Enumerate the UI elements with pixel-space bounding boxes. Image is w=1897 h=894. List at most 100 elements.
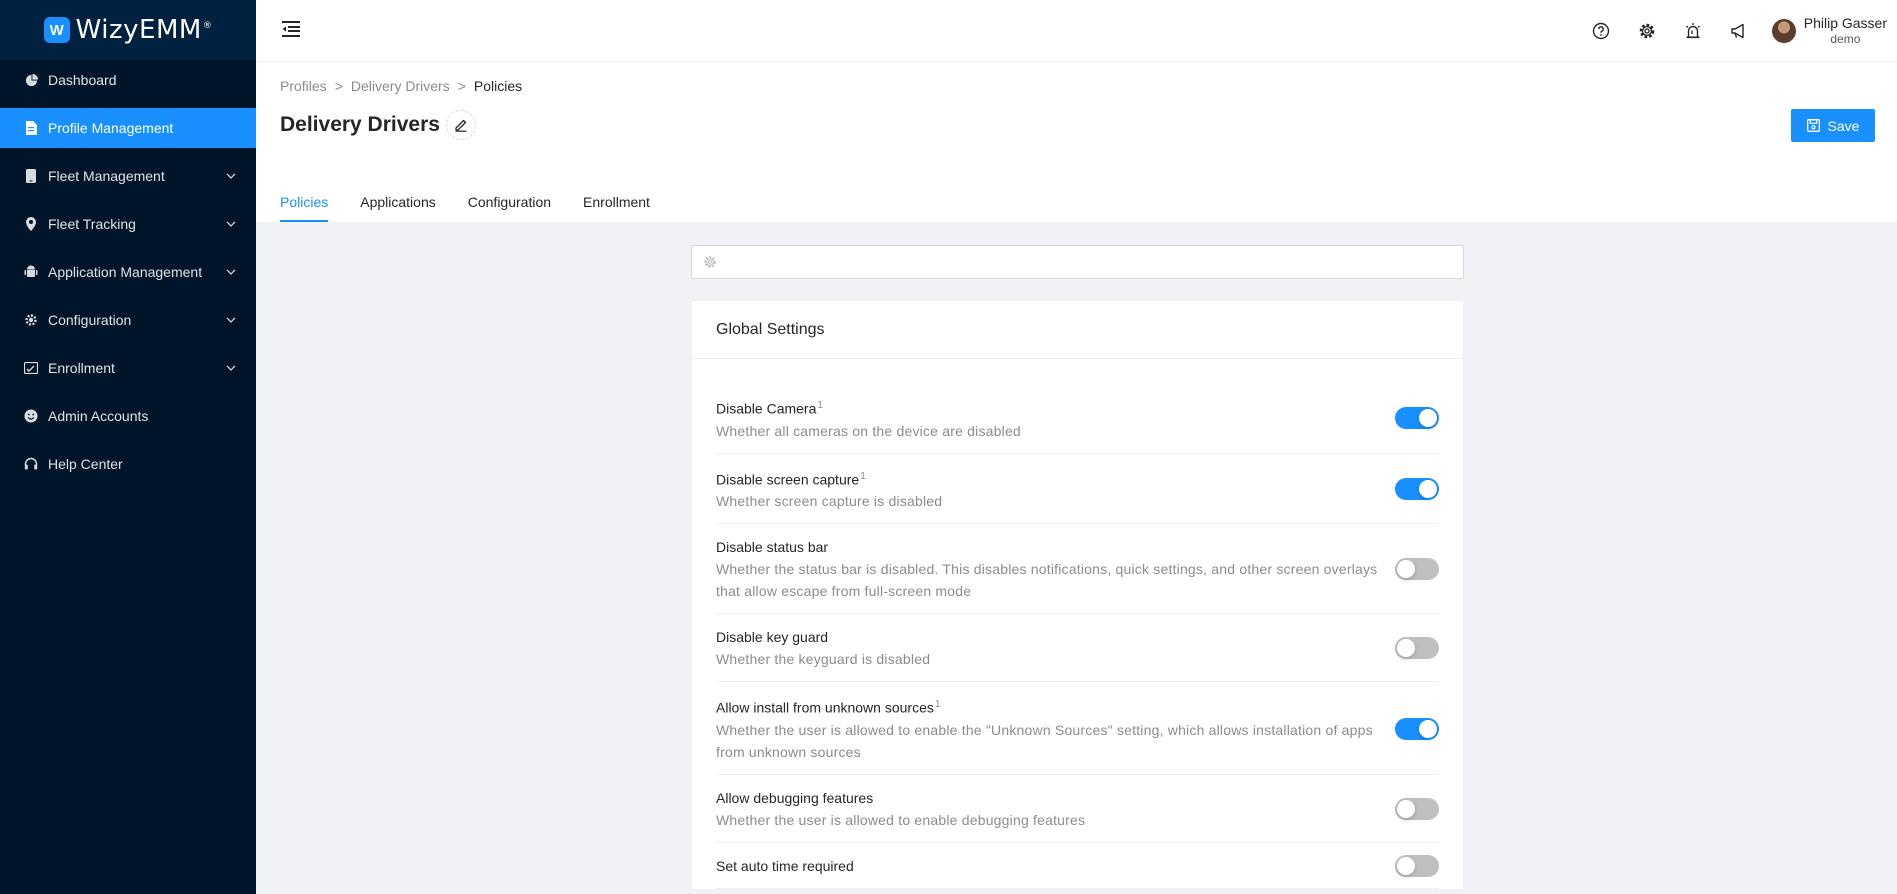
headset-icon (24, 457, 38, 471)
user-name: Philip Gasser (1803, 15, 1887, 32)
setting-title-text: Allow debugging features (716, 789, 874, 806)
title-row: Delivery Drivers (280, 110, 476, 140)
setting-text: Allow install from unknown sources1 Wheth… (716, 694, 1395, 763)
user-menu[interactable]: Philip Gasser demo (1771, 14, 1887, 48)
setting-description: Whether all cameras on the device are di… (716, 422, 1021, 439)
setting-text: Disable key guard Whether the keyguard is… (716, 626, 1395, 670)
page-header: Profiles > Delivery Drivers > Policies D… (256, 62, 1897, 222)
sidebar-item-dashboard[interactable]: Dashboard (0, 60, 256, 100)
top-header: Philip Gasser demo (256, 0, 1897, 62)
setting-text: Allow debugging features Whether the user… (716, 787, 1395, 831)
menu-fold-icon[interactable] (280, 18, 302, 40)
brand-name: WizyEMM® (75, 15, 213, 45)
sidebar-item-label: Fleet Tracking (48, 216, 136, 232)
setting-row: Disable Camera1 Whether all cameras on th… (716, 383, 1439, 454)
chevron-down-icon (226, 173, 236, 179)
setting-title: Disable key guard (716, 626, 1385, 648)
header-actions: Philip Gasser demo (1578, 0, 1897, 62)
help-icon[interactable] (1590, 20, 1612, 42)
setting-title-text: Allow install from unknown sources (716, 699, 934, 716)
setting-footnote: 1 (934, 699, 941, 711)
setting-description: Whether the status bar is disabled. This… (716, 561, 1378, 600)
user-info: Philip Gasser demo (1804, 14, 1887, 48)
tab-enrollment[interactable]: Enrollment (583, 182, 650, 222)
tab-policies[interactable]: Policies (280, 182, 329, 222)
search-input[interactable] (723, 247, 1463, 277)
setting-text: Disable Camera1 Whether all cameras on th… (716, 395, 1395, 442)
chevron-down-icon (226, 221, 236, 227)
sidebar-menu: Dashboard Profile Management Fleet Manag… (0, 60, 256, 484)
setting-row: Disable key guard Whether the keyguard is… (716, 614, 1439, 683)
sidebar-item-configuration[interactable]: Configuration (0, 300, 256, 340)
setting-description: Whether the keyguard is disabled (716, 651, 931, 668)
tab-applications[interactable]: Applications (360, 182, 436, 222)
sidebar-item-label: Help Center (48, 456, 123, 472)
chevron-down-icon (226, 269, 236, 275)
save-label: Save (1827, 117, 1860, 134)
setting-row: Disable status bar Whether the status bar… (716, 524, 1439, 615)
setting-footnote: 1 (817, 400, 823, 411)
breadcrumb-separator: > (457, 78, 466, 94)
sidebar: W WizyEMM® Dashboard Profile Management … (0, 0, 256, 894)
setting-title-text: Disable key guard (716, 629, 829, 646)
setting-toggle[interactable] (1395, 717, 1439, 740)
setting-title-text: Disable Camera (716, 400, 817, 417)
sidebar-item-application-management[interactable]: Application Management (0, 252, 256, 292)
sidebar-item-enrollment[interactable]: Enrollment (0, 348, 256, 388)
setting-toggle[interactable] (1395, 637, 1439, 660)
edit-title-button[interactable] (445, 110, 476, 140)
sidebar-item-help-center[interactable]: Help Center (0, 444, 256, 484)
card-title: Global Settings (692, 301, 1463, 359)
setting-row: Set auto time required (716, 843, 1439, 889)
setting-text: Disable screen capture1 Whether screen ca… (716, 466, 1395, 513)
mobile-icon (24, 169, 38, 183)
gear-icon (24, 313, 38, 327)
setting-toggle[interactable] (1395, 477, 1439, 500)
breadcrumb-separator: > (334, 78, 343, 94)
setting-row: Allow debugging features Whether the user… (716, 775, 1439, 843)
search-box (691, 245, 1464, 279)
tab-configuration[interactable]: Configuration (468, 182, 551, 222)
setting-footnote: 1 (860, 470, 866, 482)
sidebar-item-profile-management[interactable]: Profile Management (0, 108, 256, 148)
sidebar-item-label: Fleet Management (48, 168, 165, 184)
setting-row: Allow install from unknown sources1 Wheth… (716, 682, 1439, 775)
gear-icon[interactable] (1636, 20, 1658, 42)
sidebar-item-fleet-tracking[interactable]: Fleet Tracking (0, 204, 256, 244)
location-icon (24, 217, 38, 231)
save-button[interactable]: Save (1791, 109, 1875, 142)
sidebar-item-label: Enrollment (48, 360, 115, 376)
chevron-down-icon (226, 365, 236, 371)
global-settings-card: Global Settings Disable Camera1 Whether a… (691, 300, 1464, 890)
setting-toggle[interactable] (1395, 854, 1439, 877)
edit-icon (455, 119, 467, 132)
alarm-icon[interactable] (1682, 20, 1704, 42)
file-icon (24, 121, 38, 135)
sidebar-item-label: Application Management (48, 264, 203, 280)
sidebar-item-admin-accounts[interactable]: Admin Accounts (0, 396, 256, 436)
setting-description: Whether screen capture is disabled (716, 493, 943, 510)
dashboard-icon (24, 73, 38, 87)
sidebar-item-label: Profile Management (48, 120, 174, 136)
save-icon (1806, 119, 1820, 132)
setting-title: Disable screen capture1 (716, 466, 1385, 491)
setting-toggle[interactable] (1395, 558, 1439, 581)
sidebar-item-label: Dashboard (48, 72, 117, 88)
breadcrumb-profiles[interactable]: Profiles (280, 78, 327, 94)
announcement-icon[interactable] (1728, 20, 1750, 42)
sidebar-item-fleet-management[interactable]: Fleet Management (0, 156, 256, 196)
avatar (1771, 19, 1796, 43)
chevron-down-icon (226, 317, 236, 323)
setting-title-text: Disable status bar (716, 539, 829, 556)
brand-mark-icon: W (43, 17, 70, 43)
setting-description: Whether the user is allowed to enable de… (716, 811, 1086, 828)
setting-row: Disable screen capture1 Whether screen ca… (716, 454, 1439, 525)
setting-toggle[interactable] (1395, 407, 1439, 430)
user-role: demo (1830, 32, 1861, 47)
setting-text: Set auto time required (716, 855, 1395, 877)
page-title: Delivery Drivers (280, 113, 440, 136)
brand-logo[interactable]: W WizyEMM® (0, 0, 256, 60)
breadcrumb-delivery-drivers[interactable]: Delivery Drivers (351, 78, 450, 94)
setting-toggle[interactable] (1395, 797, 1439, 820)
tabs: Policies Applications Configuration Enro… (280, 182, 682, 222)
